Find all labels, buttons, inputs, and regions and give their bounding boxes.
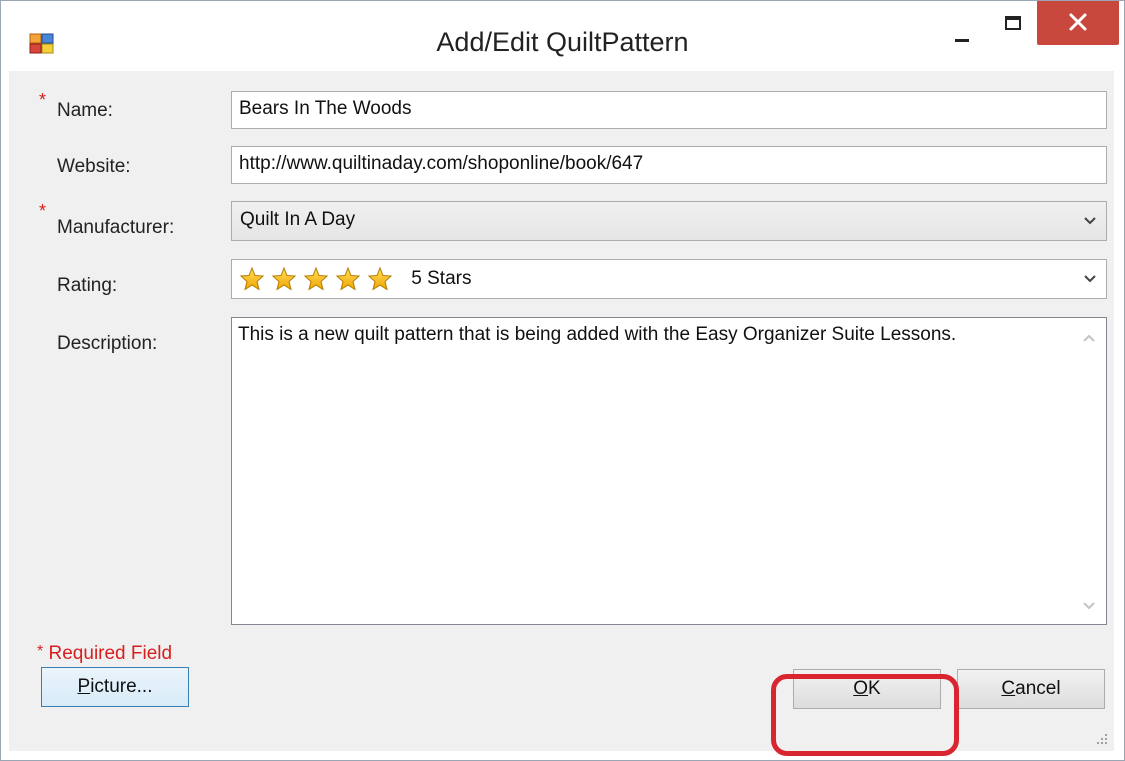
required-note-text: Required Field (48, 643, 173, 664)
manufacturer-select[interactable]: Quilt In A Day (231, 201, 1107, 241)
rating-label: Rating: (57, 275, 118, 296)
required-marker: * (39, 90, 47, 110)
picture-button-mnemonic: P (77, 676, 91, 697)
name-input[interactable]: Bears In The Woods (231, 91, 1107, 129)
chevron-down-icon (1084, 217, 1096, 225)
resize-grip-icon[interactable] (1094, 731, 1108, 745)
required-field-note: * Required Field (37, 643, 172, 665)
cancel-button[interactable]: Cancel (957, 669, 1105, 709)
website-input[interactable]: http://www.quiltinaday.com/shoponline/bo… (231, 146, 1107, 184)
cancel-button-label: ancel (1015, 678, 1061, 699)
scroll-up-icon[interactable] (1081, 332, 1097, 344)
form-panel: * Name: Bears In The Woods Website: http… (9, 71, 1114, 751)
cancel-button-mnemonic: C (1001, 678, 1016, 699)
dialog-window: Add/Edit QuiltPattern * Name: Bears In T… (0, 0, 1125, 761)
required-note-star: * (37, 643, 44, 660)
rating-value: 5 Stars (411, 268, 472, 290)
description-textarea[interactable]: This is a new quilt pattern that is bein… (231, 317, 1107, 625)
website-label: Website: (57, 156, 131, 177)
scroll-down-icon[interactable] (1081, 600, 1097, 612)
description-label: Description: (57, 333, 158, 354)
description-scrollbar[interactable] (1072, 318, 1106, 624)
star-rating-icon (240, 267, 392, 290)
required-marker: * (39, 201, 47, 221)
manufacturer-value: Quilt In A Day (240, 209, 356, 230)
chevron-down-icon (1084, 275, 1096, 283)
ok-highlight-annotation (771, 674, 959, 756)
rating-select[interactable]: 5 Stars (231, 259, 1107, 299)
maximize-icon[interactable] (991, 11, 1035, 51)
picture-button-label: icture... (90, 676, 153, 697)
manufacturer-label: Manufacturer: (57, 217, 175, 238)
minimize-icon[interactable] (939, 19, 985, 59)
name-label: Name: (57, 100, 113, 121)
description-text: This is a new quilt pattern that is bein… (238, 324, 957, 345)
close-button[interactable] (1037, 1, 1119, 45)
picture-button[interactable]: Picture... (41, 667, 189, 707)
close-icon (1069, 13, 1087, 31)
